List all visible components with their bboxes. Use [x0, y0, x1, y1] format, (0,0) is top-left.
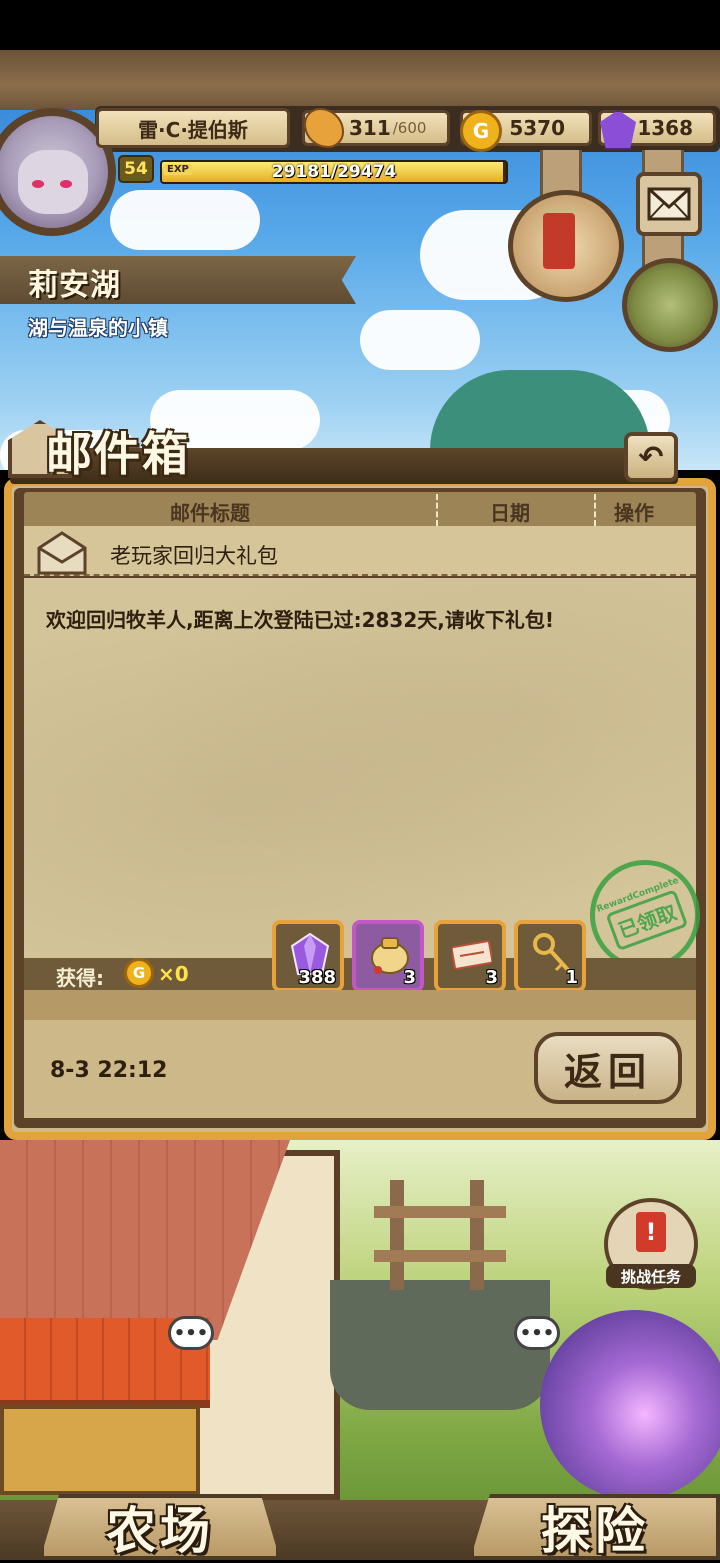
mail-button[interactable]: [636, 172, 702, 236]
farm-barn[interactable]: [0, 1405, 200, 1495]
location-subtitle: 湖与温泉的小镇: [28, 316, 168, 340]
fence-rail: [374, 1206, 506, 1218]
challenge-quest-label: 挑战任务: [606, 1264, 696, 1288]
column-separator: [594, 494, 596, 526]
reward-item-bag[interactable]: 3: [352, 920, 424, 992]
nav-explore-button[interactable]: 探险: [470, 1494, 720, 1560]
column-action: 操作: [614, 501, 654, 525]
player-name: 雷·C·提伯斯: [96, 108, 290, 148]
mail-footer-band: [24, 990, 696, 1020]
backpack-button[interactable]: [622, 258, 718, 352]
speech-bubble-icon[interactable]: •••: [168, 1316, 214, 1350]
scroll-icon: [543, 213, 575, 269]
mail-body-text: 欢迎回归牧羊人,距离上次登陆已过:2832天,请收下礼包!: [46, 608, 554, 632]
mail-subject: 老玩家回归大礼包: [110, 544, 278, 568]
location-name: 莉安湖: [28, 268, 121, 303]
gold-value: 5370: [509, 116, 565, 140]
column-date: 日期: [490, 501, 530, 525]
reward-item-ticket[interactable]: 3: [434, 920, 506, 992]
stamina-value: 311: [349, 116, 391, 140]
stamina-max: /600: [392, 119, 427, 137]
fence-rail: [374, 1250, 506, 1262]
wood-header: [0, 50, 720, 110]
envelope-icon: [37, 531, 87, 575]
return-button[interactable]: 返回: [534, 1032, 682, 1104]
reward-quantity: 388: [298, 967, 336, 988]
back-arrow-button[interactable]: ↶: [624, 432, 678, 482]
mail-date: 8-3 22:12: [50, 1058, 168, 1083]
envelope-icon: [647, 187, 691, 221]
exp-text: 29181/29474: [271, 162, 397, 182]
gold-coin-icon: G: [460, 110, 502, 152]
avatar-face: [18, 150, 88, 214]
fence-post: [470, 1180, 484, 1290]
column-title: 邮件标题: [170, 501, 250, 525]
avatar-eye: [60, 180, 72, 188]
nav-farm-button[interactable]: 农场: [40, 1494, 280, 1560]
gold-coin-icon: G: [124, 958, 154, 988]
reward-item-key[interactable]: 1: [514, 920, 586, 992]
back-arrow-icon: ↶: [638, 439, 664, 475]
mail-column-header: 邮件标题 日期 操作: [24, 492, 696, 528]
fence-post: [390, 1180, 404, 1290]
column-separator: [436, 494, 438, 526]
avatar-eye: [32, 180, 44, 188]
cloud: [110, 190, 260, 250]
reward-quantity: 3: [485, 967, 498, 988]
speech-bubble-icon[interactable]: •••: [514, 1316, 560, 1350]
level-badge: 54: [118, 155, 154, 183]
obtain-label: 获得:: [56, 966, 104, 990]
reward-item-gem[interactable]: 388: [272, 920, 344, 992]
cloud: [360, 310, 480, 370]
obtain-coin-count: ×0: [158, 962, 189, 986]
reward-quantity: 1: [565, 967, 578, 988]
status-bar: [0, 0, 720, 50]
fence: [374, 1180, 506, 1290]
mailbox-title: 邮件箱: [46, 427, 190, 481]
cliff: [330, 1280, 550, 1410]
reward-quantity: 3: [403, 967, 416, 988]
gem-value: 1368: [637, 116, 693, 140]
exclamation-icon: !: [636, 1212, 666, 1252]
explore-magic-tree[interactable]: [540, 1310, 720, 1500]
quest-scroll-button[interactable]: [508, 190, 624, 302]
